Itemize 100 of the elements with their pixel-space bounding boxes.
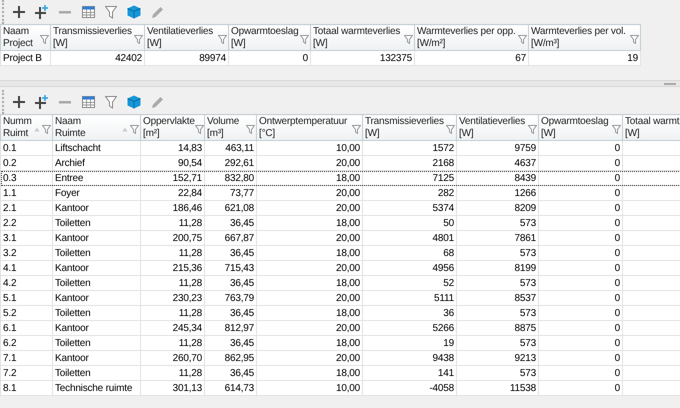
table-cell: 8199 xyxy=(514,262,536,274)
column-header[interactable]: Ventilatieverlies [W] xyxy=(144,24,228,50)
table-cell: 186,46 xyxy=(172,202,202,214)
column-header[interactable]: Naam Ruimte xyxy=(52,114,140,140)
table-cell: 573 xyxy=(520,218,536,228)
column-header[interactable]: Naam Project xyxy=(0,24,50,50)
table-cell: 20,00 xyxy=(336,232,360,244)
filter-icon[interactable] xyxy=(218,35,227,44)
filter-icon[interactable] xyxy=(352,125,361,134)
column-header[interactable]: Transmissieverlies [W] xyxy=(50,24,144,50)
table-cell: 2168 xyxy=(432,158,454,168)
table-cell: 68 xyxy=(443,248,454,258)
sort-icon[interactable] xyxy=(34,127,40,132)
column-header[interactable]: Opwarmtoeslag [W] xyxy=(228,24,310,50)
table-cell: 20,00 xyxy=(336,202,360,214)
column-header[interactable]: Transmissieverlies [W] xyxy=(362,114,456,140)
add-multiple-button[interactable] xyxy=(33,3,51,21)
table-cell: 0 xyxy=(614,338,620,348)
column-header[interactable]: Warmteverlies per vol. [W/m³] xyxy=(528,24,640,50)
table-cell: 0 xyxy=(302,52,308,64)
filter-icon[interactable] xyxy=(194,125,204,134)
table-cell: Foyer xyxy=(55,188,80,198)
table-cell: 0 xyxy=(614,172,620,184)
filter-icon[interactable] xyxy=(630,35,639,44)
table-cell: Kantoor xyxy=(55,292,89,304)
column-header[interactable]: Ontwerptemperatuur [°C] xyxy=(256,114,362,140)
table-cell: 1572 xyxy=(432,142,454,154)
table-cell: 11,28 xyxy=(178,308,202,318)
column-header[interactable]: Volume [m³] xyxy=(204,114,256,140)
column-header[interactable]: Totaal warmt [W] xyxy=(622,114,680,140)
filter-icon[interactable] xyxy=(300,35,309,44)
filter-button[interactable] xyxy=(102,3,120,21)
column-header[interactable]: Oppervlakte [m²] xyxy=(140,114,204,140)
filter-icon[interactable] xyxy=(518,35,527,44)
table-cell: 18,00 xyxy=(336,218,360,228)
table-cell: 11,28 xyxy=(178,278,202,288)
table-cell: Entree xyxy=(55,172,84,184)
table-cell: 19 xyxy=(443,338,454,348)
filter-icon[interactable] xyxy=(612,125,621,134)
table-cell: 260,70 xyxy=(172,352,202,364)
filter-icon[interactable] xyxy=(446,125,455,134)
column-header[interactable]: Numm Ruimt xyxy=(0,114,52,140)
table-cell: 7.1 xyxy=(3,352,16,364)
table-cell: 832,80 xyxy=(224,172,254,184)
filter-icon[interactable] xyxy=(404,35,413,44)
table-cell: 18,00 xyxy=(336,368,360,378)
filter-button[interactable] xyxy=(102,93,120,111)
table-cell: 141 xyxy=(438,368,454,378)
column-header[interactable]: Ventilatieverlies [W] xyxy=(456,114,538,140)
add-button[interactable] xyxy=(10,3,28,21)
add-button[interactable] xyxy=(10,93,28,111)
column-header[interactable]: Totaal warmteverlies [W] xyxy=(310,24,414,50)
filter-icon[interactable] xyxy=(130,125,139,134)
table-cell: 6.1 xyxy=(3,322,16,334)
table-cell: 573 xyxy=(520,248,536,258)
table-cell: 0.2 xyxy=(3,158,16,168)
table-cell: 18,00 xyxy=(336,172,360,184)
filter-icon[interactable] xyxy=(42,125,51,134)
filter-icon[interactable] xyxy=(528,125,537,134)
table-cell: 1.1 xyxy=(3,188,16,198)
filter-icon[interactable] xyxy=(40,35,49,44)
plus-sparkle-icon xyxy=(35,95,49,109)
table-cell: 18,00 xyxy=(336,248,360,258)
filter-icon[interactable] xyxy=(134,35,143,44)
table-cell: Toiletten xyxy=(55,218,90,228)
table-cell: -4058 xyxy=(429,382,454,394)
add-multiple-button[interactable] xyxy=(33,93,51,111)
plus-icon xyxy=(13,96,25,108)
sort-icon[interactable] xyxy=(122,127,128,132)
table-cell: 0 xyxy=(614,218,620,228)
table-cell: 36,45 xyxy=(230,368,254,378)
3d-view-button[interactable] xyxy=(125,93,143,111)
column-header[interactable]: Opwarmtoeslag [W] xyxy=(538,114,622,140)
table-cell: 0 xyxy=(614,382,620,394)
table-cell: Kantoor xyxy=(55,202,89,214)
columns-button[interactable] xyxy=(79,93,97,111)
plus-icon xyxy=(13,6,25,18)
table-cell: Toiletten xyxy=(55,308,90,318)
table-cell: 282 xyxy=(438,188,454,198)
table-cell: 18,00 xyxy=(336,338,360,348)
table-cell: 1266 xyxy=(514,188,536,198)
table-cell: 862,95 xyxy=(224,352,254,364)
table-cell: 0 xyxy=(614,202,620,214)
table-cell: 0 xyxy=(614,262,620,274)
table-cell: 67 xyxy=(515,52,526,64)
table-cell: 5.2 xyxy=(3,308,16,318)
column-header[interactable]: Warmteverlies per opp. [W/m²] xyxy=(414,24,528,50)
minus-icon xyxy=(59,100,71,104)
3d-view-button[interactable] xyxy=(125,3,143,21)
table-cell: 292,61 xyxy=(224,158,254,168)
table-cell: 0 xyxy=(614,352,620,364)
columns-button[interactable] xyxy=(79,3,97,21)
table-cell: 8537 xyxy=(514,292,536,304)
table-cell: 621,08 xyxy=(224,202,254,214)
pencil-icon xyxy=(150,6,164,18)
table-cell: 0 xyxy=(614,292,620,304)
table-cell: 36 xyxy=(443,308,454,318)
table-cell: 573 xyxy=(520,338,536,348)
filter-icon[interactable] xyxy=(246,125,255,134)
table-cell: 36,45 xyxy=(230,248,254,258)
